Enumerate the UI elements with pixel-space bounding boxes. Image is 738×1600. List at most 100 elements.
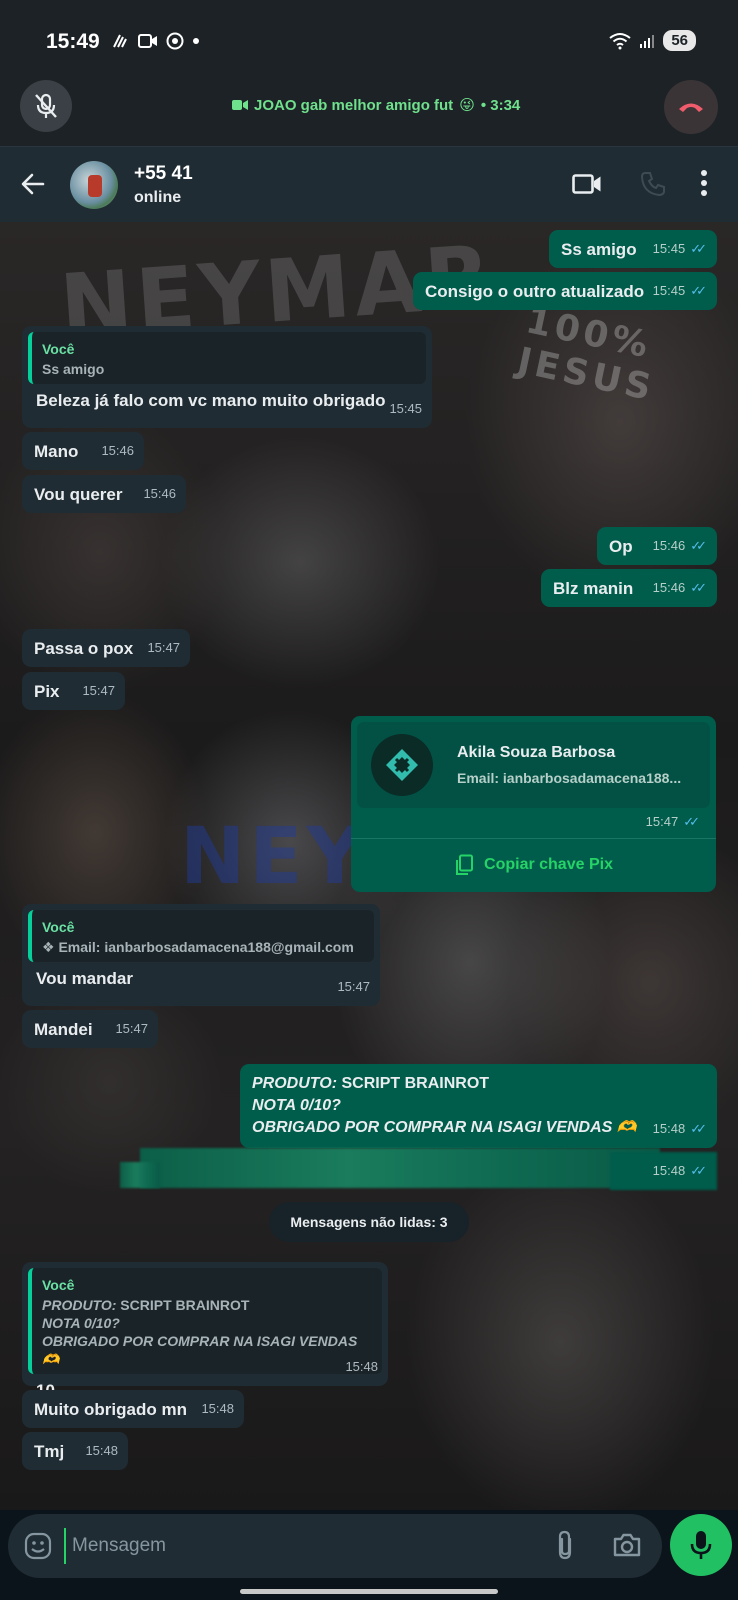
- message-meta: 15:47: [337, 976, 370, 998]
- message-time: 15:48: [345, 1359, 378, 1374]
- message-incoming[interactable]: Vou querer 15:46: [22, 475, 186, 513]
- read-ticks-icon: ✓✓: [690, 1163, 707, 1178]
- message-text: Mandei: [34, 1020, 93, 1039]
- chat-header: +55 41 online: [0, 146, 738, 222]
- message-meta: 15:46 ✓✓: [653, 535, 707, 557]
- message-time: 15:45: [389, 401, 422, 416]
- message-text: Pix: [34, 682, 60, 701]
- camera-icon[interactable]: [612, 1532, 642, 1558]
- message-incoming[interactable]: Pix 15:47: [22, 672, 125, 710]
- ongoing-call-bar[interactable]: JOAO gab melhor amigo fut 😜 • 3:34: [0, 72, 738, 146]
- message-incoming[interactable]: Tmj 15:48: [22, 1432, 128, 1470]
- call-duration: • 3:34: [480, 96, 521, 114]
- attach-icon[interactable]: [556, 1530, 574, 1560]
- message-time: 15:47: [82, 683, 115, 698]
- message-time: 15:47: [115, 1021, 148, 1036]
- message-incoming[interactable]: Mano 15:46: [22, 432, 144, 470]
- wallpaper-text-2: NEY: [180, 812, 368, 902]
- battery-indicator: 56: [663, 30, 696, 51]
- read-ticks-icon: ✓✓: [690, 1121, 707, 1136]
- back-arrow-icon[interactable]: [18, 169, 48, 199]
- message-text: Muito obrigado mn: [34, 1400, 187, 1419]
- message-outgoing[interactable]: Ss amigo 15:45 ✓✓: [549, 230, 717, 268]
- message-text: Blz manin: [553, 579, 634, 598]
- pix-icon: [371, 734, 433, 796]
- message-incoming[interactable]: Mandei 15:47: [22, 1010, 158, 1048]
- message-time: 15:48: [652, 1163, 686, 1178]
- message-time: 15:47: [645, 814, 679, 829]
- message-input[interactable]: [64, 1528, 484, 1564]
- message-incoming-reply[interactable]: Você ❖ Email: ianbarbosadamacena188@gmai…: [22, 904, 380, 1006]
- end-call-button[interactable]: [664, 80, 718, 134]
- message-meta: 15:45 ✓✓: [653, 280, 707, 302]
- emoji-icon[interactable]: [24, 1532, 52, 1560]
- message-outgoing[interactable]: Consigo o outro atualizado 15:45 ✓✓: [413, 272, 717, 310]
- quoted-message[interactable]: Você PRODUTO: SCRIPT BRAINROT NOTA 0/10?…: [28, 1268, 382, 1374]
- chrome-icon: [166, 32, 184, 50]
- message-text: Ss amigo: [561, 240, 637, 259]
- avatar[interactable]: [70, 161, 118, 209]
- system-nav-bar: [0, 1582, 738, 1600]
- message-time: 15:46: [652, 538, 686, 553]
- message-text: Op: [609, 537, 633, 556]
- message-meta: 15:47 ✓✓: [646, 814, 700, 830]
- copy-pix-button[interactable]: Copiar chave Pix: [351, 838, 716, 892]
- pix-holder-name: Akila Souza Barbosa: [457, 744, 616, 761]
- message-time: 15:47: [147, 640, 180, 655]
- copy-pix-label: Copiar chave Pix: [484, 856, 613, 873]
- more-menu-icon[interactable]: [700, 169, 708, 197]
- message-meta: 15:48: [345, 1356, 378, 1378]
- message-outgoing-redacted[interactable]: 15:48 ✓✓: [120, 1148, 717, 1190]
- chat-messages[interactable]: NEYMAR NEY 100% JESUS Ss amigo 15:45 ✓✓ C…: [0, 222, 738, 1510]
- phone-icon[interactable]: [640, 171, 666, 197]
- mute-mic-icon: [35, 93, 57, 118]
- message-outgoing[interactable]: Blz manin 15:46 ✓✓: [541, 569, 717, 607]
- call-info[interactable]: JOAO gab melhor amigo fut 😜 • 3:34: [232, 96, 520, 114]
- redacted-content: [140, 1148, 660, 1188]
- contact-status: online: [134, 189, 182, 206]
- end-call-icon: [679, 103, 703, 112]
- message-incoming-reply[interactable]: Você Ss amigo Beleza já falo com vc mano…: [22, 326, 432, 428]
- unread-messages-divider: Mensagens não lidas: 3: [269, 1202, 469, 1242]
- message-composer: [8, 1514, 662, 1578]
- message-outgoing[interactable]: Op 15:46 ✓✓: [597, 527, 717, 565]
- status-notification-icons: [112, 32, 200, 50]
- dot-icon: [193, 38, 199, 44]
- quote-value: SCRIPT BRAINROT: [116, 1297, 250, 1313]
- voice-message-button[interactable]: [670, 1514, 732, 1576]
- redacted-content: [120, 1162, 160, 1188]
- message-meta: 15:47: [147, 637, 180, 659]
- status-time: 15:49: [46, 30, 100, 53]
- message-text: Tmj: [34, 1442, 65, 1461]
- message-meta: 15:48: [201, 1398, 234, 1420]
- message-meta: 15:45: [389, 398, 422, 420]
- message-incoming[interactable]: Muito obrigado mn 15:48: [22, 1390, 244, 1428]
- contact-name[interactable]: +55 41: [134, 163, 193, 185]
- message-text: Beleza já falo com vc mano muito obrigad…: [36, 391, 386, 410]
- quote-author: Você: [42, 919, 75, 935]
- quote-author: Você: [42, 1277, 75, 1293]
- quote-line-3: OBRIGADO POR COMPRAR NA ISAGI VENDAS 🫶: [42, 1333, 358, 1367]
- copy-icon: [456, 854, 474, 875]
- message-line-1: PRODUTO: SCRIPT BRAINROT: [252, 1073, 705, 1095]
- read-ticks-icon: ✓✓: [690, 580, 707, 595]
- video-icon[interactable]: [572, 173, 602, 195]
- message-meta: 15:47: [82, 680, 115, 702]
- message-text: Vou querer: [34, 485, 123, 504]
- read-ticks-icon: ✓✓: [683, 814, 700, 829]
- quoted-message[interactable]: Você ❖ Email: ianbarbosadamacena188@gmai…: [28, 910, 374, 962]
- message-incoming-reply[interactable]: Você PRODUTO: SCRIPT BRAINROT NOTA 0/10?…: [22, 1262, 388, 1400]
- read-ticks-icon: ✓✓: [690, 283, 707, 298]
- mute-button[interactable]: [20, 80, 72, 132]
- quote-line-2: NOTA 0/10?: [42, 1315, 120, 1331]
- message-outgoing[interactable]: PRODUTO: SCRIPT BRAINROT NOTA 0/10? OBRI…: [240, 1064, 717, 1148]
- quoted-message[interactable]: Você Ss amigo: [28, 332, 426, 384]
- message-time: 15:48: [85, 1443, 118, 1458]
- message-text: Mano: [34, 442, 79, 461]
- pix-key-message[interactable]: Akila Souza Barbosa Email: ianbarbosadam…: [351, 716, 716, 892]
- pix-key-card[interactable]: Akila Souza Barbosa Email: ianbarbosadam…: [357, 722, 710, 808]
- home-gesture-handle[interactable]: [240, 1589, 498, 1594]
- message-meta: 15:47: [115, 1018, 148, 1040]
- message-incoming[interactable]: Passa o pox 15:47: [22, 629, 190, 667]
- quote-text: ❖ Email: ianbarbosadamacena188@gmail.com: [42, 939, 354, 955]
